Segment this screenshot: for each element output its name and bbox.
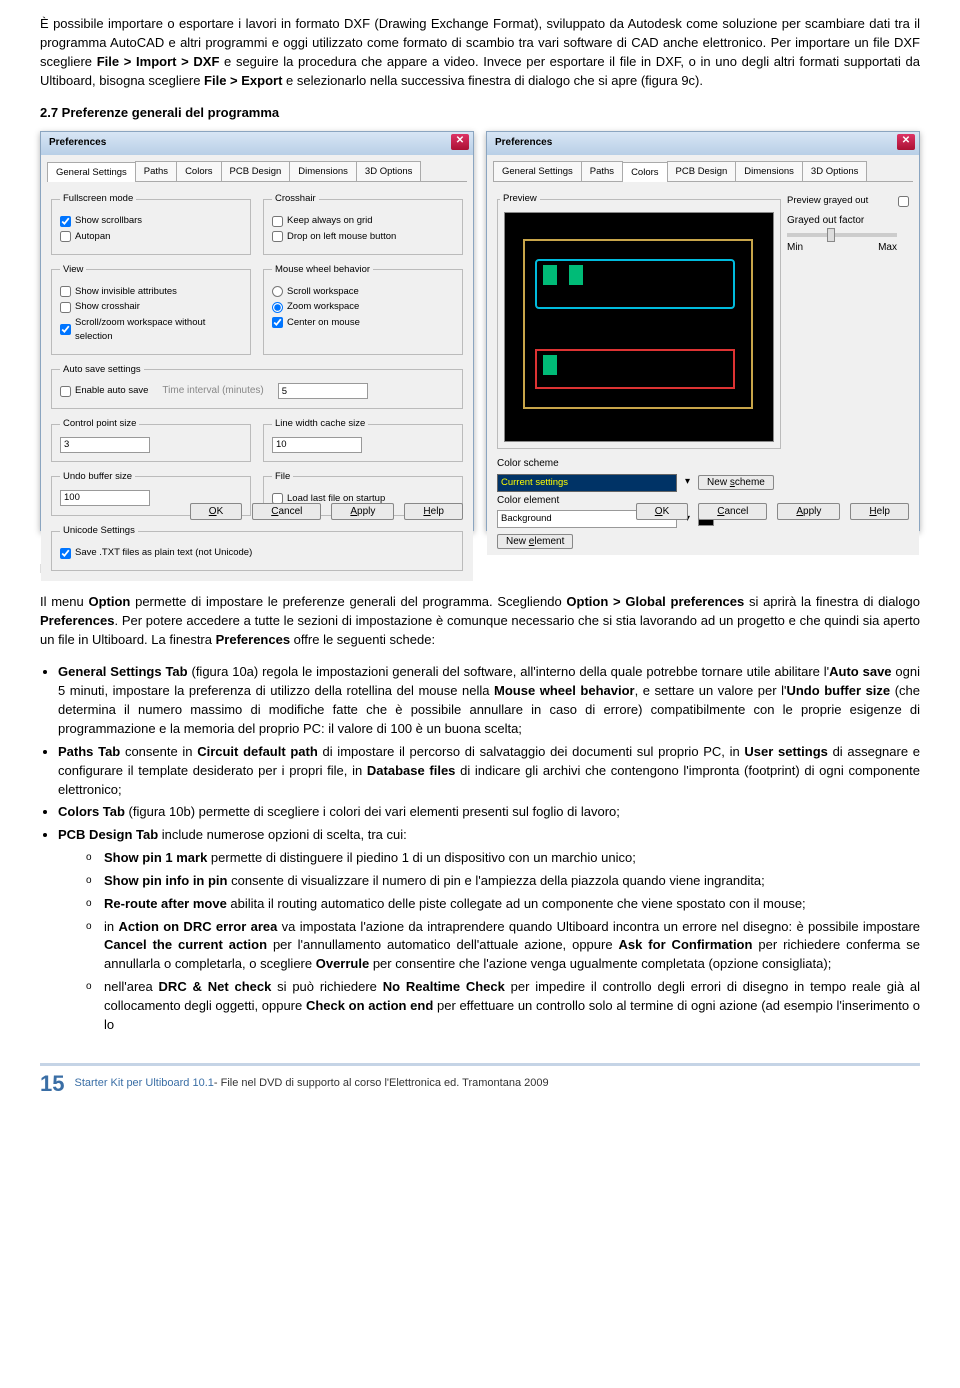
new-element-button[interactable]: New element [497, 534, 573, 549]
checkbox-keep-on-grid[interactable]: Keep always on grid [272, 214, 454, 228]
group-line-width-cache: Line width cache size [263, 417, 463, 462]
dropdown-icon[interactable]: ▾ [685, 475, 690, 490]
checkbox-save-txt-plain[interactable]: Save .TXT files as plain text (not Unico… [60, 546, 454, 560]
pcb-sub-list: Show pin 1 mark permette di distinguere … [86, 849, 920, 1035]
bullet-colors: Colors Tab (figura 10b) permette di sceg… [58, 803, 920, 822]
intro-paragraph: È possibile importare o esportare i lavo… [40, 15, 920, 90]
tab-dimensions[interactable]: Dimensions [735, 161, 803, 182]
dialog-buttons: OK Cancel Apply Help [626, 497, 919, 526]
pcb-preview [504, 212, 774, 442]
dialog-buttons: OK Cancel Apply Help [180, 497, 473, 526]
tab-paths[interactable]: Paths [135, 161, 177, 182]
pcb-outline [523, 239, 753, 409]
tab-strip: General Settings Paths Colors PCB Design… [493, 161, 913, 183]
checkbox-drop-left[interactable]: Drop on left mouse button [272, 230, 454, 244]
group-mouse-wheel: Mouse wheel behavior Scroll workspace Zo… [263, 263, 463, 355]
new-scheme-button[interactable]: New scheme [698, 475, 774, 490]
sub-show-pin-info: Show pin info in pin consente di visuali… [86, 872, 920, 891]
tab-pcb-design[interactable]: PCB Design [221, 161, 291, 182]
pcb-pad [569, 265, 583, 285]
preview-options: Preview grayed out Grayed out factor Min… [787, 188, 909, 453]
group-crosshair: Crosshair Keep always on grid Drop on le… [263, 192, 463, 254]
input-control-point-size[interactable] [60, 437, 150, 453]
preferences-dialog-general: Preferences ✕ General Settings Paths Col… [40, 131, 474, 531]
checkbox-center-mouse[interactable]: Center on mouse [272, 316, 454, 330]
label-time-interval: Time interval (minutes) [162, 384, 263, 399]
pcb-pad [543, 265, 557, 285]
label-max: Max [878, 241, 897, 256]
section-heading: 2.7 Preferenze generali del programma [40, 104, 920, 123]
group-fullscreen: Fullscreen mode Show scrollbars Autopan [51, 192, 251, 254]
preferences-dialog-colors: Preferences ✕ General Settings Paths Col… [486, 131, 920, 531]
tab-description-list: General Settings Tab (figura 10a) regola… [58, 663, 920, 1034]
pcb-trace-cyan [535, 259, 735, 309]
grayed-factor-slider[interactable] [787, 233, 897, 237]
select-color-scheme[interactable]: Current settings [497, 474, 677, 492]
label-grayed-factor: Grayed out factor [787, 214, 909, 229]
checkbox-enable-autosave[interactable]: Enable auto save [60, 384, 148, 398]
options-intro-paragraph: Il menu Option permette di impostare le … [40, 593, 920, 650]
radio-scroll-workspace[interactable]: Scroll workspace [272, 285, 454, 299]
checkbox-show-scrollbars[interactable]: Show scrollbars [60, 214, 242, 228]
apply-button[interactable]: Apply [777, 503, 840, 520]
tab-3d-options[interactable]: 3D Options [356, 161, 422, 182]
sub-action-drc-error: in Action on DRC error area va impostata… [86, 918, 920, 975]
input-undo-buffer[interactable] [60, 490, 150, 506]
checkbox-scroll-zoom-selection[interactable]: Scroll/zoom workspace without selection [60, 316, 242, 344]
tab-pcb-design[interactable]: PCB Design [667, 161, 737, 182]
figure-row: Preferences ✕ General Settings Paths Col… [40, 131, 920, 531]
group-autosave: Auto save settings Enable auto save Time… [51, 363, 463, 410]
group-view: View Show invisible attributes Show cros… [51, 263, 251, 355]
pcb-trace-red [535, 349, 735, 389]
help-button[interactable]: Help [404, 503, 463, 520]
pcb-pad [543, 355, 557, 375]
bullet-general-settings: General Settings Tab (figura 10a) regola… [58, 663, 920, 738]
page-number: 15 [40, 1068, 64, 1100]
tab-dimensions[interactable]: Dimensions [289, 161, 357, 182]
checkbox-preview-grayed[interactable]: Preview grayed out [787, 194, 909, 208]
label-color-scheme: Color scheme [497, 457, 909, 472]
radio-zoom-workspace[interactable]: Zoom workspace [272, 300, 454, 314]
bullet-paths: Paths Tab consente in Circuit default pa… [58, 743, 920, 800]
cancel-button[interactable]: Cancel [698, 503, 767, 520]
tab-3d-options[interactable]: 3D Options [802, 161, 868, 182]
tab-paths[interactable]: Paths [581, 161, 623, 182]
tab-strip: General Settings Paths Colors PCB Design… [47, 161, 467, 183]
footer-text: Starter Kit per Ultiboard 10.1- File nel… [74, 1076, 548, 1092]
bullet-pcb-design: PCB Design Tab include numerose opzioni … [58, 826, 920, 1034]
tab-colors[interactable]: Colors [176, 161, 221, 182]
group-control-point-size: Control point size [51, 417, 251, 462]
label-min: Min [787, 241, 803, 256]
checkbox-show-crosshair[interactable]: Show crosshair [60, 300, 242, 314]
page-footer: 15 Starter Kit per Ultiboard 10.1- File … [40, 1063, 920, 1100]
tab-colors[interactable]: Colors [622, 162, 667, 183]
input-line-width-cache[interactable] [272, 437, 362, 453]
ok-button[interactable]: OK [636, 503, 688, 520]
tab-general-settings[interactable]: General Settings [47, 162, 136, 183]
group-preview: Preview [497, 192, 781, 449]
cancel-button[interactable]: Cancel [252, 503, 321, 520]
sub-reroute-after-move: Re-route after move abilita il routing a… [86, 895, 920, 914]
close-icon[interactable]: ✕ [897, 134, 915, 150]
apply-button[interactable]: Apply [331, 503, 394, 520]
group-unicode: Unicode Settings Save .TXT files as plai… [51, 524, 463, 571]
dialog-title: Preferences ✕ [41, 132, 473, 155]
tab-general-settings[interactable]: General Settings [493, 161, 582, 182]
sub-show-pin-1: Show pin 1 mark permette di distinguere … [86, 849, 920, 868]
checkbox-show-invisible[interactable]: Show invisible attributes [60, 285, 242, 299]
input-time-interval[interactable] [278, 383, 368, 399]
ok-button[interactable]: OK [190, 503, 242, 520]
close-icon[interactable]: ✕ [451, 134, 469, 150]
dialog-title: Preferences ✕ [487, 132, 919, 155]
help-button[interactable]: Help [850, 503, 909, 520]
sub-drc-net-check: nell'area DRC & Net check si può richied… [86, 978, 920, 1035]
checkbox-autopan[interactable]: Autopan [60, 230, 242, 244]
